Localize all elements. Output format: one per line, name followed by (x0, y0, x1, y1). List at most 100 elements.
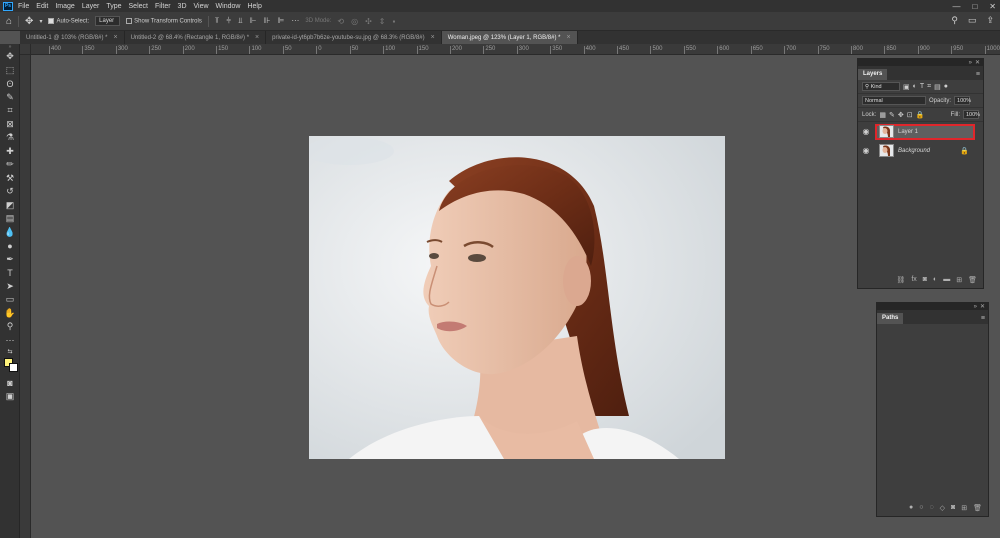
ruler-origin[interactable] (20, 44, 31, 55)
collapse-icon[interactable]: » (974, 304, 977, 310)
align-bottom-icon[interactable]: ⫫ (238, 16, 243, 26)
eraser-tool-icon[interactable]: ◩ (0, 199, 20, 213)
filter-type-icon[interactable]: T (920, 83, 924, 90)
eyedropper-tool-icon[interactable]: ⚗ (0, 131, 20, 145)
menu-edit[interactable]: Edit (36, 3, 48, 10)
gradient-tool-icon[interactable]: ▤ (0, 212, 20, 226)
workspace-icon[interactable]: ▭ (968, 15, 977, 26)
move-tool-icon[interactable]: ✥ (0, 50, 20, 64)
close-icon[interactable]: × (431, 34, 435, 41)
chevron-down-icon[interactable]: ▾ (39, 18, 42, 25)
panel-menu-icon[interactable]: ≡ (981, 315, 988, 324)
menu-type[interactable]: Type (106, 3, 121, 10)
background-color-swatch[interactable] (9, 363, 18, 372)
search-icon[interactable]: ⚲ (951, 15, 958, 26)
auto-select-dropdown[interactable]: Layer (95, 16, 121, 26)
clone-stamp-tool-icon[interactable]: ⚒ (0, 172, 20, 186)
history-brush-tool-icon[interactable]: ↺ (0, 185, 20, 199)
tab-paths[interactable]: Paths (877, 313, 904, 324)
panel-menu-icon[interactable]: ≡ (976, 71, 983, 80)
swap-colors-icon[interactable]: ⇆ (0, 347, 20, 355)
layer-style-icon[interactable]: fx (911, 276, 916, 284)
menu-window[interactable]: Window (216, 3, 241, 10)
visibility-eye-icon[interactable]: ◉ (861, 127, 871, 136)
blur-tool-icon[interactable]: 💧 (0, 226, 20, 240)
filter-pixel-icon[interactable]: ▣ (903, 83, 910, 91)
selected-layer-highlight[interactable]: Layer 1 (875, 123, 975, 140)
load-selection-icon[interactable]: ◌ (929, 504, 933, 512)
move-tool-icon[interactable]: ✥ (25, 16, 33, 27)
screen-mode-icon[interactable]: ▣ (0, 390, 20, 404)
stroke-path-icon[interactable]: ○ (919, 504, 923, 512)
pen-tool-icon[interactable]: ✒ (0, 253, 20, 267)
filter-shape-icon[interactable]: ⌗ (927, 83, 931, 91)
document-canvas[interactable] (309, 136, 725, 459)
close-icon[interactable]: ✕ (975, 59, 980, 66)
distribute-icon[interactable]: ⋯ (291, 16, 299, 26)
new-path-icon[interactable]: ⊞ (961, 504, 967, 512)
hand-tool-icon[interactable]: ✋ (0, 307, 20, 321)
marquee-tool-icon[interactable]: ⬚ (0, 64, 20, 78)
3d-rotate-icon[interactable]: ⟲ (337, 17, 344, 26)
close-icon[interactable]: × (255, 34, 259, 41)
menu-view[interactable]: View (194, 3, 209, 10)
tab-untitled-2[interactable]: Untitled-2 @ 68.4% (Rectangle 1, RGB/8#)… (125, 31, 267, 44)
adjustment-layer-icon[interactable]: ◐ (933, 276, 937, 284)
menu-select[interactable]: Select (129, 3, 148, 10)
tab-private-id[interactable]: private-id-yt6pb7b6ze-youtube-su.jpg @ 6… (266, 31, 442, 44)
path-selection-tool-icon[interactable]: ➤ (0, 280, 20, 294)
close-icon[interactable]: ✕ (980, 303, 985, 310)
filter-adjustment-icon[interactable]: ◐ (913, 83, 917, 90)
type-tool-icon[interactable]: T (0, 266, 20, 280)
3d-drag-icon[interactable]: ✣ (365, 17, 372, 26)
add-mask-icon[interactable]: ◙ (951, 504, 955, 512)
collapse-icon[interactable]: » (969, 60, 972, 66)
align-hcenter-icon[interactable]: ⊪ (263, 16, 270, 26)
menu-layer[interactable]: Layer (82, 3, 100, 10)
fill-path-icon[interactable]: ● (909, 504, 913, 512)
align-top-icon[interactable]: ⫪ (215, 16, 220, 26)
brush-tool-icon[interactable]: ✏ (0, 158, 20, 172)
menu-image[interactable]: Image (55, 3, 74, 10)
menu-filter[interactable]: Filter (155, 3, 171, 10)
close-icon[interactable]: × (566, 34, 570, 41)
close-icon[interactable]: ✕ (989, 2, 996, 11)
show-transform-checkbox[interactable]: Show Transform Controls (126, 17, 202, 24)
crop-tool-icon[interactable]: ⌗ (0, 104, 20, 118)
link-layers-icon[interactable]: ⛓ (896, 276, 905, 284)
lock-position-icon[interactable]: ✥ (898, 111, 904, 119)
lock-artboard-icon[interactable]: ⊡ (907, 111, 913, 119)
lock-transparent-icon[interactable]: ▦ (879, 111, 886, 119)
close-icon[interactable]: × (113, 34, 117, 41)
filter-smart-object-icon[interactable]: ▤ (934, 83, 941, 91)
add-mask-icon[interactable]: ◙ (923, 276, 927, 284)
filter-toggle-icon[interactable]: ● (944, 83, 948, 90)
align-right-icon[interactable]: ⊫ (277, 16, 284, 26)
make-work-path-icon[interactable]: ◇ (940, 504, 945, 512)
menu-3d[interactable]: 3D (178, 3, 187, 10)
more-tools-icon[interactable]: ⋯ (0, 334, 20, 348)
layer-row-layer-1[interactable]: ◉ Layer 1 (858, 122, 983, 141)
visibility-eye-icon[interactable]: ◉ (861, 146, 871, 155)
menu-file[interactable]: File (18, 3, 29, 10)
delete-layer-icon[interactable]: 🗑 (968, 276, 977, 284)
dodge-tool-icon[interactable]: ● (0, 239, 20, 253)
new-layer-icon[interactable]: ⊞ (956, 276, 962, 284)
lock-all-icon[interactable]: 🔒 (916, 111, 925, 119)
minimize-icon[interactable]: — (952, 2, 960, 11)
frame-tool-icon[interactable]: ⊠ (0, 118, 20, 132)
align-left-icon[interactable]: ⊩ (249, 16, 256, 26)
quick-select-tool-icon[interactable]: ✎ (0, 91, 20, 105)
tab-untitled-1[interactable]: Untitled-1 @ 103% (RGB/8#) * × (20, 31, 125, 44)
healing-brush-tool-icon[interactable]: ✚ (0, 145, 20, 159)
delete-path-icon[interactable]: 🗑 (973, 504, 982, 512)
auto-select-checkbox[interactable]: Auto-Select: (48, 17, 89, 24)
opacity-input[interactable]: 100% (954, 96, 971, 105)
layer-row-background[interactable]: ◉ Background 🔒 (858, 141, 983, 160)
quick-mask-icon[interactable]: ◙ (0, 376, 20, 390)
fill-input[interactable]: 100% (963, 110, 980, 119)
maximize-icon[interactable]: □ (972, 2, 977, 11)
3d-scale-icon[interactable]: ▪ (392, 17, 395, 26)
tab-woman[interactable]: Woman.jpeg @ 123% (Layer 1, RGB/8#) * × (441, 31, 578, 44)
3d-slide-icon[interactable]: ⇕ (379, 17, 386, 26)
